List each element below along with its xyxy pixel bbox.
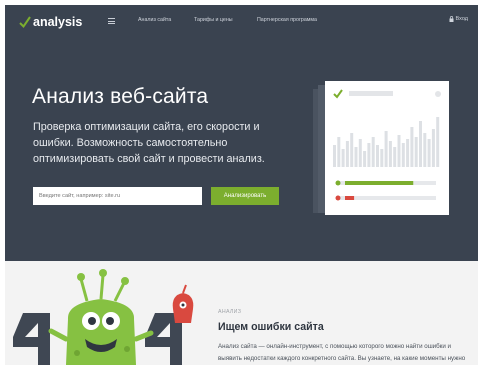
card-bar	[358, 139, 362, 167]
red-status-dot	[335, 195, 341, 201]
site-url-input[interactable]	[33, 187, 202, 205]
card-bar	[380, 149, 384, 167]
logo-text: analysis	[33, 15, 83, 29]
card-bar	[371, 137, 375, 167]
errors-section: АНАЛИЗ Ищем ошибки сайта Анализ сайта — …	[5, 261, 478, 365]
login-label: Вход	[455, 16, 468, 22]
card-bar	[427, 139, 431, 167]
report-card-graphic	[333, 89, 441, 201]
hero-subtitle: Проверка оптимизации сайта, его скорости…	[33, 121, 265, 165]
analyze-button[interactable]: Анализировать	[211, 187, 279, 205]
card-bar	[393, 147, 397, 167]
card-bar-chart	[333, 117, 440, 167]
report-card	[325, 81, 449, 215]
analysis-card-illustration	[309, 81, 450, 217]
card-bar	[401, 143, 405, 167]
card-bar	[419, 121, 422, 167]
card-bar	[341, 149, 345, 167]
card-bar	[354, 147, 358, 167]
card-bar	[423, 133, 427, 167]
red-progress-fill	[345, 196, 355, 200]
hero-title: Анализ веб-сайта	[32, 85, 209, 108]
card-bar	[406, 139, 410, 167]
card-bar	[388, 141, 392, 167]
card-bar	[350, 133, 354, 167]
page-frame: analysis Анализ сайта Тарифы и цены Парт…	[5, 5, 478, 365]
card-bar	[384, 131, 388, 167]
card-bar	[397, 135, 401, 167]
card-bar	[431, 129, 435, 167]
card-bar	[367, 143, 371, 167]
card-bar	[337, 137, 341, 167]
section-text: Анализ сайта — онлайн-инструмент, с помо…	[218, 343, 466, 362]
logo[interactable]: analysis	[19, 13, 82, 31]
card-check-icon	[333, 89, 343, 99]
card-bar	[414, 137, 418, 167]
card-bar	[345, 141, 349, 167]
checkmark-logo-icon	[19, 16, 31, 29]
nav-link-site-analysis[interactable]: Анализ сайта	[138, 17, 171, 23]
green-monster-graphic	[48, 269, 154, 365]
404-monster-illustration	[13, 269, 194, 365]
card-dot-icon	[435, 91, 441, 97]
lock-icon	[449, 16, 454, 22]
nav-link-pricing[interactable]: Тарифы и цены	[194, 17, 233, 23]
card-bar	[410, 127, 414, 167]
card-bar	[363, 151, 367, 167]
card-bar	[436, 117, 440, 167]
hero-section: analysis Анализ сайта Тарифы и цены Парт…	[5, 5, 478, 261]
section-title: Ищем ошибки сайта	[218, 321, 324, 333]
nav-link-partner-program[interactable]: Партнерская программа	[257, 17, 317, 23]
green-progress-fill	[345, 181, 414, 185]
green-status-dot	[335, 180, 341, 186]
card-bar	[376, 145, 379, 167]
section-label: АНАЛИЗ	[218, 309, 242, 315]
hamburger-icon[interactable]	[108, 18, 115, 24]
red-monster-graphic	[172, 284, 194, 323]
card-bar	[333, 145, 336, 167]
top-navigation: analysis Анализ сайта Тарифы и цены Парт…	[5, 5, 478, 39]
login-link[interactable]: Вход	[449, 16, 468, 22]
card-title-placeholder	[349, 91, 393, 96]
